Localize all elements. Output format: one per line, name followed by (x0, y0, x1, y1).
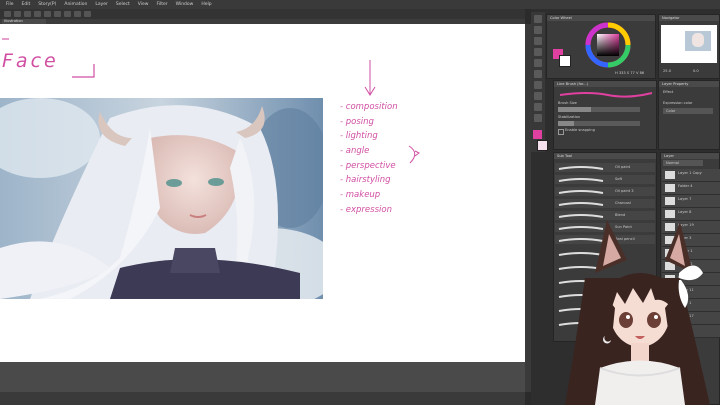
navigator-angle[interactable]: 0.0 (693, 69, 699, 73)
tool-property-title: Line Brush (for...) (557, 82, 588, 86)
arrow-down-icon (364, 60, 376, 96)
brush-tool-icon[interactable] (534, 70, 542, 78)
pen-tool-icon[interactable] (534, 59, 542, 67)
note-item: - lighting (340, 131, 378, 142)
invert-icon[interactable] (84, 11, 91, 17)
layer-row[interactable]: Folder 4 (662, 182, 720, 195)
snapping-label: Enable snapping (565, 128, 595, 132)
note-item: - expression (340, 204, 392, 215)
layer-row[interactable]: Layer 1 Copy (662, 169, 720, 182)
command-bar (0, 9, 525, 19)
navigator-preview[interactable] (661, 25, 717, 63)
layer-property-title: Layer Property (662, 82, 689, 86)
select-tool-icon[interactable] (534, 37, 542, 45)
stabilization-label: Stabilization (558, 115, 581, 119)
new-file-icon[interactable] (4, 11, 11, 17)
color-readout: H 333 S 77 V 86 (615, 71, 645, 75)
blend-mode-select[interactable]: Normal (663, 160, 703, 166)
expression-label: Expression color (663, 101, 693, 105)
layer-panel-title: Layer (664, 154, 675, 158)
layer-row[interactable]: Layer 7 (662, 195, 720, 208)
menu-help[interactable]: Help (201, 2, 211, 7)
color-history-swatch[interactable] (533, 130, 542, 139)
menu-select[interactable]: Select (116, 2, 130, 7)
effect-label: Effect (663, 90, 674, 94)
zoom-tool-icon[interactable] (534, 15, 542, 23)
menu-bar: File Edit Story(P) Animation Layer Selec… (0, 0, 720, 9)
vtuber-avatar (565, 220, 710, 405)
undo-icon[interactable] (34, 11, 41, 17)
redo-icon[interactable] (44, 11, 51, 17)
menu-view[interactable]: View (138, 2, 149, 7)
brush-size-slider[interactable] (558, 107, 640, 112)
brush-stroke-preview (559, 92, 653, 98)
color-wheel-title: Color Wheel (550, 16, 572, 20)
notes-list: - composition - posing - lighting - angl… (340, 100, 398, 218)
snapping-checkbox[interactable] (558, 129, 564, 135)
portrait-illustration (0, 98, 323, 299)
transform-icon[interactable] (64, 11, 71, 17)
deselect-icon[interactable] (74, 11, 81, 17)
fill-tool-icon[interactable] (534, 92, 542, 100)
menu-window[interactable]: Window (176, 2, 194, 7)
note-item: - angle (340, 146, 370, 157)
color-history-swatch[interactable] (537, 140, 548, 151)
color-wheel[interactable] (585, 22, 631, 68)
sub-tool-title: Sub Tool (557, 154, 572, 158)
note-item: - composition (340, 102, 398, 112)
note-item: - hairstyling (340, 175, 391, 186)
stabilization-slider[interactable] (558, 121, 640, 126)
menu-story[interactable]: Story(P) (38, 2, 56, 7)
note-item: - posing (340, 116, 374, 127)
brush-size-label: Brush Size (558, 101, 577, 105)
navigator-panel: Navigator 25.0 0.0 (658, 14, 720, 79)
expression-select[interactable]: Color (663, 108, 713, 114)
save-icon[interactable] (24, 11, 31, 17)
text-tool-icon[interactable] (534, 114, 542, 122)
menu-layer[interactable]: Layer (95, 2, 108, 7)
menu-filter[interactable]: Filter (156, 2, 167, 7)
bracket-arrow-icon (408, 145, 420, 164)
layer-property-panel: Layer Property Effect Expression color C… (658, 80, 720, 150)
tool-property-panel: Line Brush (for...) Brush Size Stabiliza… (553, 80, 657, 150)
gradient-tool-icon[interactable] (534, 103, 542, 111)
move-tool-icon[interactable] (534, 26, 542, 34)
eraser-tool-icon[interactable] (534, 81, 542, 89)
color-wheel-panel: Color Wheel H 333 S 77 V 86 (546, 14, 656, 79)
canvas-title: Face (2, 50, 59, 72)
note-item: - perspective (340, 160, 396, 171)
open-file-icon[interactable] (14, 11, 21, 17)
menu-file[interactable]: File (6, 2, 14, 7)
reference-artwork[interactable] (0, 98, 323, 299)
menu-animation[interactable]: Animation (64, 2, 87, 7)
navigator-title: Navigator (662, 16, 680, 20)
note-item: - makeup (340, 190, 381, 201)
navigator-zoom[interactable]: 25.0 (663, 69, 671, 73)
eyedropper-tool-icon[interactable] (534, 48, 542, 56)
sub-color-swatch[interactable] (559, 55, 571, 67)
status-bar (0, 392, 525, 405)
clear-icon[interactable] (54, 11, 61, 17)
menu-edit[interactable]: Edit (22, 2, 31, 7)
